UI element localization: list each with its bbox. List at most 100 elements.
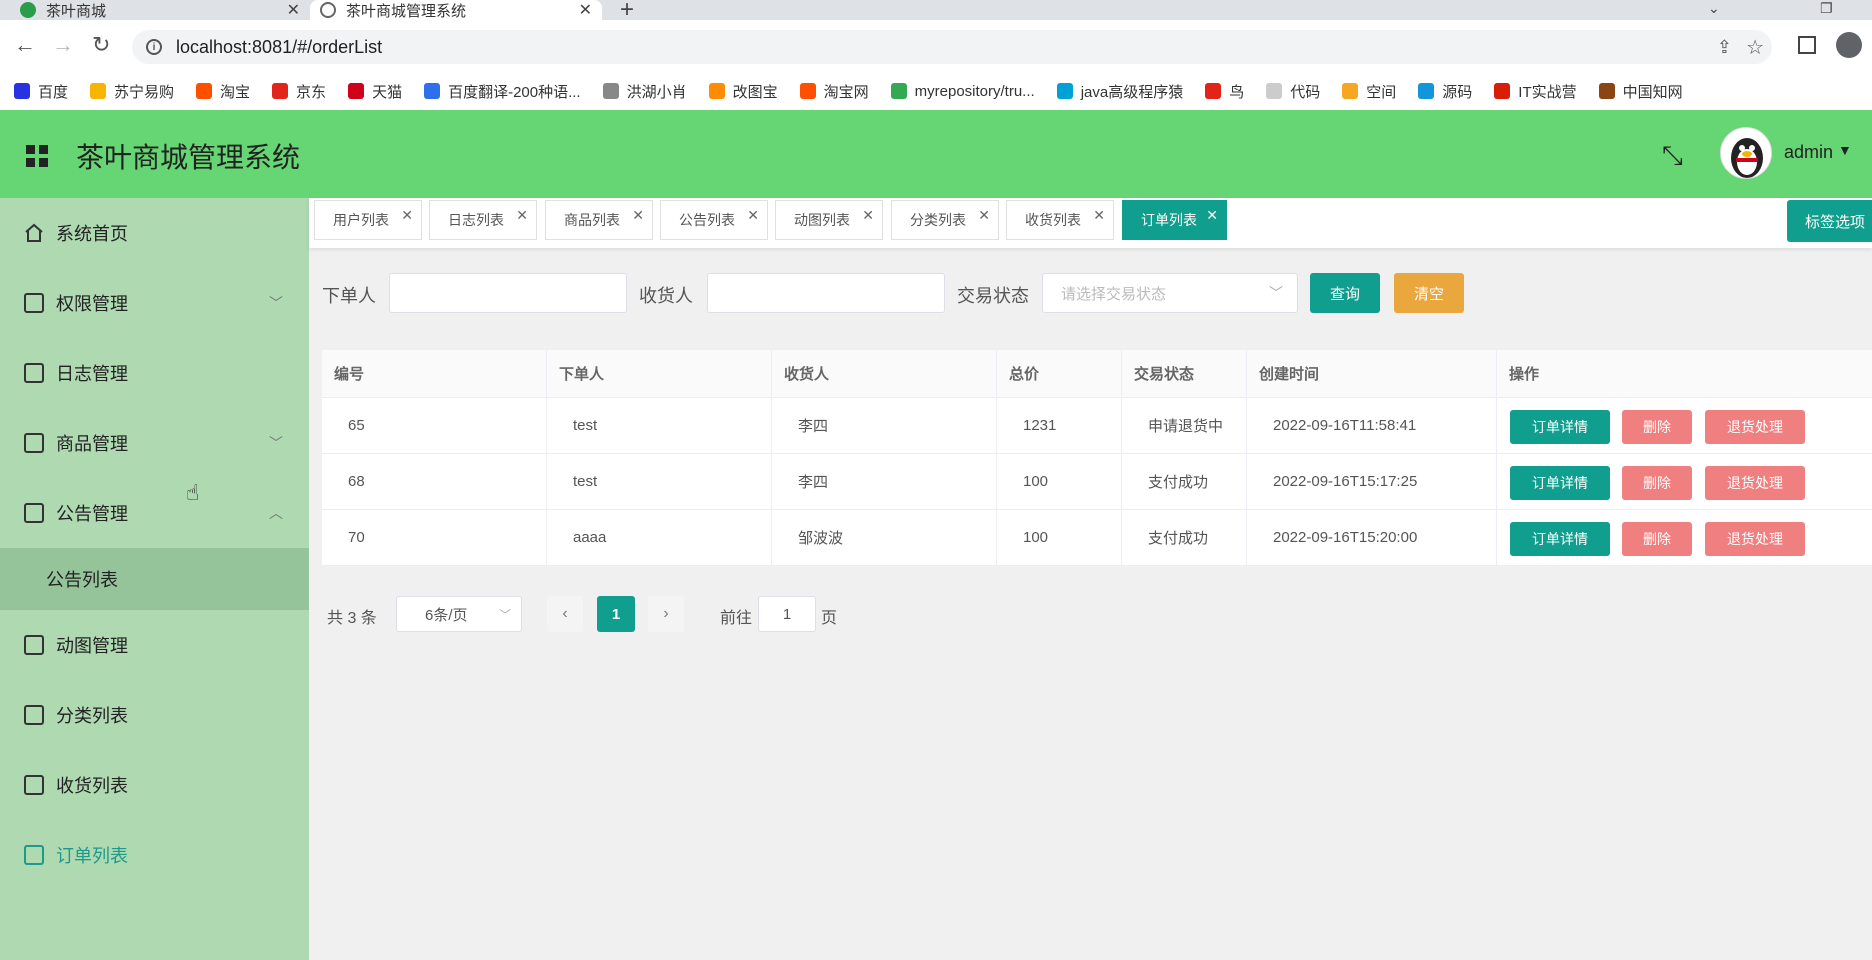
return-process-button[interactable]: 退货处理 <box>1705 522 1805 556</box>
return-process-button[interactable]: 退货处理 <box>1705 466 1805 500</box>
clear-button[interactable]: 清空 <box>1394 273 1464 313</box>
bookmark-item[interactable]: 代码 <box>1266 81 1320 102</box>
sidebar-item-announcements[interactable]: 公告管理 ︿ <box>0 478 309 548</box>
menu-grid-icon[interactable] <box>26 145 48 167</box>
bookmark-item[interactable]: java高级程序猿 <box>1056 81 1183 102</box>
doc-icon <box>24 705 44 725</box>
avatar[interactable] <box>1720 127 1772 179</box>
tag-7[interactable]: 订单列表 ✕ <box>1122 200 1227 240</box>
bookmark-favicon-icon <box>602 83 619 99</box>
tag-5[interactable]: 分类列表 ✕ <box>891 200 999 240</box>
receiver-input[interactable] <box>707 273 945 313</box>
sidebar-item-shipping[interactable]: 收货列表 <box>0 750 309 820</box>
close-tag-icon[interactable]: ✕ <box>401 207 413 224</box>
orderer-input[interactable] <box>389 273 627 313</box>
app-header: 茶叶商城管理系统 ⤡ admin ▼ <box>0 110 1872 198</box>
next-page-icon[interactable]: › <box>648 596 684 632</box>
delete-button[interactable]: 删除 <box>1622 522 1692 556</box>
bookmark-label: 代码 <box>1290 83 1321 101</box>
bookmark-star-icon[interactable]: ☆ <box>1746 35 1764 60</box>
tag-1[interactable]: 日志列表 ✕ <box>429 200 537 240</box>
table-row: 68 test 李四 100 支付成功 2022-09-16T15:17:25 … <box>322 454 1872 510</box>
tag-6[interactable]: 收货列表 ✕ <box>1006 200 1114 240</box>
reload-icon[interactable]: ↻ <box>92 34 110 56</box>
return-process-button[interactable]: 退货处理 <box>1705 410 1805 444</box>
bookmark-item[interactable]: 百度 <box>14 81 68 102</box>
current-page-button[interactable]: 1 <box>597 596 635 632</box>
tag-label: 用户列表 <box>333 212 389 228</box>
bookmark-item[interactable]: myrepository/tru... <box>890 83 1035 100</box>
close-tag-icon[interactable]: ✕ <box>862 207 874 224</box>
restore-window-icon[interactable]: ❐ <box>1820 0 1833 17</box>
site-info-icon[interactable]: i <box>146 39 162 55</box>
bookmark-label: 空间 <box>1366 83 1397 101</box>
query-button[interactable]: 查询 <box>1310 273 1380 313</box>
cell-status: 申请退货中 <box>1122 398 1247 453</box>
back-arrow-icon[interactable]: ← <box>14 34 36 56</box>
sidebar-subitem-announcement-list[interactable]: 公告列表 <box>0 548 309 610</box>
tag-options-button[interactable]: 标签选项 <box>1787 200 1872 242</box>
cell-total: 100 <box>997 510 1122 565</box>
sidebar-item-home[interactable]: 系统首页 <box>0 198 309 268</box>
browser-tab[interactable]: 茶叶商城 ✕ <box>20 0 310 20</box>
profile-avatar-icon[interactable] <box>1836 32 1862 58</box>
close-tag-icon[interactable]: ✕ <box>747 207 759 224</box>
doc-icon <box>24 433 44 453</box>
tag-3[interactable]: 公告列表 ✕ <box>660 200 768 240</box>
close-tag-icon[interactable]: ✕ <box>978 207 990 224</box>
order-detail-button[interactable]: 订单详情 <box>1510 466 1610 500</box>
bookmark-item[interactable]: 淘宝网 <box>799 81 869 102</box>
bookmark-item[interactable]: IT实战营 <box>1494 81 1577 102</box>
status-select[interactable]: 请选择交易状态 ﹀ <box>1042 273 1298 313</box>
bookmark-label: IT实战营 <box>1518 83 1577 101</box>
delete-button[interactable]: 删除 <box>1622 466 1692 500</box>
sidebar-item-products[interactable]: 商品管理 ﹀ <box>0 408 309 478</box>
bookmark-item[interactable]: 百度翻译-200种语... <box>424 81 581 102</box>
sidebar-item-permissions[interactable]: 权限管理 ﹀ <box>0 268 309 338</box>
forward-arrow-icon[interactable]: → <box>52 34 74 56</box>
caret-down-icon[interactable]: ▼ <box>1838 142 1852 158</box>
bookmark-item[interactable]: 中国知网 <box>1598 81 1683 102</box>
sidebar-item-logs[interactable]: 日志管理 <box>0 338 309 408</box>
side-panel-icon[interactable] <box>1798 36 1816 54</box>
sidebar-item-animations[interactable]: 动图管理 <box>0 610 309 680</box>
close-tag-icon[interactable]: ✕ <box>1206 207 1218 224</box>
address-url[interactable]: localhost:8081/#/orderList <box>176 37 382 58</box>
bookmark-item[interactable]: 淘宝 <box>196 81 250 102</box>
bookmark-item[interactable]: 改图宝 <box>708 81 778 102</box>
browser-tab-active[interactable]: 茶叶商城管理系统 ✕ <box>310 0 602 20</box>
sidebar-item-orders[interactable]: 订单列表 <box>0 820 309 890</box>
sidebar-item-categories[interactable]: 分类列表 <box>0 680 309 750</box>
bookmark-item[interactable]: 苏宁易购 <box>90 81 174 102</box>
close-tag-icon[interactable]: ✕ <box>632 207 644 224</box>
tab-search-icon[interactable]: ⌄ <box>1708 0 1720 17</box>
share-icon[interactable]: ⇪ <box>1717 37 1732 58</box>
delete-button[interactable]: 删除 <box>1622 410 1692 444</box>
tag-0[interactable]: 用户列表 ✕ <box>314 200 422 240</box>
address-bar[interactable]: i localhost:8081/#/orderList ⇪ ☆ <box>132 30 1772 64</box>
prev-page-icon[interactable]: ‹ <box>547 596 583 632</box>
close-tag-icon[interactable]: ✕ <box>516 207 528 224</box>
bookmark-favicon-icon <box>708 83 725 99</box>
bookmark-item[interactable]: 空间 <box>1342 81 1396 102</box>
close-tab-icon[interactable]: ✕ <box>579 0 592 20</box>
order-detail-button[interactable]: 订单详情 <box>1510 410 1610 444</box>
order-detail-button[interactable]: 订单详情 <box>1510 522 1610 556</box>
goto-page-input[interactable] <box>758 596 816 632</box>
bookmark-favicon-icon <box>14 83 30 99</box>
fullscreen-icon[interactable]: ⤡ <box>1662 140 1683 172</box>
bookmark-item[interactable]: 洪湖小肖 <box>602 81 687 102</box>
globe-icon <box>320 2 336 18</box>
username[interactable]: admin <box>1784 142 1833 163</box>
column-header: 收货人 <box>772 350 997 397</box>
tag-4[interactable]: 动图列表 ✕ <box>775 200 883 240</box>
page-size-select[interactable]: 6条/页 ﹀ <box>396 596 522 632</box>
bookmark-item[interactable]: 鸟 <box>1205 81 1244 102</box>
bookmark-item[interactable]: 天猫 <box>348 81 402 102</box>
close-tag-icon[interactable]: ✕ <box>1093 207 1105 224</box>
close-tab-icon[interactable]: ✕ <box>287 0 300 20</box>
bookmark-item[interactable]: 源码 <box>1418 81 1472 102</box>
bookmark-item[interactable]: 京东 <box>272 81 326 102</box>
tag-2[interactable]: 商品列表 ✕ <box>545 200 653 240</box>
tag-label: 日志列表 <box>448 212 504 228</box>
